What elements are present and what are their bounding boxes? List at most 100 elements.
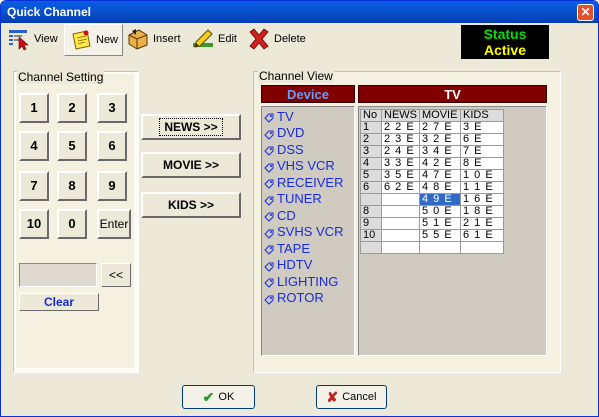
- device-tag-icon: [264, 111, 274, 123]
- cancel-x-icon: ✘: [326, 388, 339, 405]
- insert-icon: [126, 27, 150, 51]
- row-number: 5: [360, 169, 382, 182]
- new-label: New: [96, 34, 119, 46]
- channel-cell[interactable]: 4 2 E: [419, 157, 461, 170]
- device-item[interactable]: LIGHTING: [264, 273, 338, 289]
- device-header: Device: [261, 85, 355, 103]
- channel-cell[interactable]: [381, 205, 420, 218]
- view-button[interactable]: View: [7, 24, 58, 54]
- device-item[interactable]: DSS: [264, 141, 304, 157]
- new-button[interactable]: New: [64, 24, 124, 56]
- status-line: Status: [483, 26, 527, 42]
- keypad-key-8[interactable]: 8: [57, 171, 87, 201]
- cancel-label: Cancel: [342, 391, 377, 403]
- window-title: Quick Channel: [7, 5, 92, 19]
- device-item[interactable]: ROTOR: [264, 290, 324, 306]
- channel-cell[interactable]: 2 7 E: [419, 121, 461, 134]
- row-number: 3: [360, 145, 382, 158]
- channel-cell[interactable]: 1 8 E: [460, 205, 504, 218]
- channel-cell[interactable]: [419, 241, 461, 254]
- channel-cell[interactable]: [381, 229, 420, 242]
- channel-cell[interactable]: [381, 193, 420, 206]
- device-label: CD: [277, 207, 296, 223]
- keypad-key-7[interactable]: 7: [19, 171, 49, 201]
- channel-cell[interactable]: 3 5 E: [381, 169, 420, 182]
- channel-cell[interactable]: 3 4 E: [419, 145, 461, 158]
- device-label: SVHS VCR: [277, 224, 344, 239]
- device-item[interactable]: HDTV: [264, 257, 312, 273]
- channel-cell[interactable]: 1 6 E: [460, 193, 504, 206]
- device-item[interactable]: CD: [264, 207, 296, 223]
- row-number: 10: [360, 229, 382, 242]
- device-label: LIGHTING: [277, 273, 339, 289]
- channel-cell[interactable]: 1 0 E: [460, 169, 504, 182]
- delete-label: Delete: [274, 33, 306, 45]
- table-row: 9 5 1 E2 1 E: [360, 217, 504, 230]
- keypad-key-2[interactable]: 2: [57, 93, 87, 123]
- delete-button[interactable]: Delete: [247, 24, 306, 54]
- channel-cell[interactable]: 5 0 E: [419, 205, 461, 218]
- cancel-button[interactable]: ✘ Cancel: [316, 385, 387, 409]
- channel-cell[interactable]: 3 E: [460, 121, 504, 134]
- checkmark-icon: ✔: [202, 388, 215, 405]
- channel-cell[interactable]: [460, 241, 504, 254]
- backspace-button[interactable]: <<: [101, 263, 131, 287]
- channel-cell[interactable]: 8 E: [460, 157, 504, 170]
- table-row: 12 2 E2 7 E3 E: [360, 121, 504, 134]
- insert-label: Insert: [153, 33, 181, 45]
- column-header: MOVIE: [419, 109, 461, 122]
- ok-button[interactable]: ✔ OK: [182, 385, 255, 409]
- channel-cell[interactable]: [381, 241, 420, 254]
- channel-cell[interactable]: 3 2 E: [419, 133, 461, 146]
- table-row: 32 4 E3 4 E7 E: [360, 145, 504, 158]
- news-button[interactable]: NEWS >>: [141, 114, 241, 140]
- keypad-key-5[interactable]: 5: [57, 131, 87, 161]
- kids-button[interactable]: KIDS >>: [141, 192, 241, 218]
- enter-key[interactable]: Enter: [97, 209, 131, 239]
- delete-x-icon: [247, 27, 271, 51]
- device-item[interactable]: RECEIVER: [264, 174, 343, 190]
- channel-cell[interactable]: 7 E: [460, 145, 504, 158]
- keypad-key-9[interactable]: 9: [97, 171, 127, 201]
- keypad-key-6[interactable]: 6: [97, 131, 127, 161]
- channel-cell[interactable]: [381, 217, 420, 230]
- channel-cell[interactable]: 2 1 E: [460, 217, 504, 230]
- device-tag-icon: [264, 210, 274, 222]
- channel-cell[interactable]: 6 2 E: [381, 181, 420, 194]
- channel-cell[interactable]: 6 1 E: [460, 229, 504, 242]
- channel-cell[interactable]: 2 2 E: [381, 121, 420, 134]
- status-indicator: Status Active: [461, 25, 549, 59]
- channel-cell[interactable]: 6 E: [460, 133, 504, 146]
- channel-cell[interactable]: 4 7 E: [419, 169, 461, 182]
- device-label: TUNER: [277, 191, 322, 206]
- channel-cell[interactable]: 5 5 E: [419, 229, 461, 242]
- channel-cell[interactable]: 2 4 E: [381, 145, 420, 158]
- column-header: KIDS: [460, 109, 504, 122]
- keypad-key-3[interactable]: 3: [97, 93, 127, 123]
- device-item[interactable]: TUNER: [264, 191, 322, 207]
- edit-button[interactable]: Edit: [191, 24, 237, 54]
- channel-cell[interactable]: 3 3 E: [381, 157, 420, 170]
- channel-cell[interactable]: 1 1 E: [460, 181, 504, 194]
- close-button[interactable]: ✕: [577, 4, 594, 21]
- channel-view-label: Channel View: [258, 69, 334, 83]
- device-item[interactable]: DVD: [264, 125, 304, 141]
- channel-cell[interactable]: 5 1 E: [419, 217, 461, 230]
- movie-button[interactable]: MOVIE >>: [141, 152, 241, 178]
- insert-button[interactable]: Insert: [126, 24, 181, 54]
- channel-cell[interactable]: 4 9 E: [419, 193, 461, 206]
- channel-cell[interactable]: 4 8 E: [419, 181, 461, 194]
- channel-cell[interactable]: 2 3 E: [381, 133, 420, 146]
- keypad-key-0[interactable]: 0: [57, 209, 87, 239]
- device-item[interactable]: TV: [264, 108, 294, 124]
- keypad-key-1[interactable]: 1: [19, 93, 49, 123]
- device-item[interactable]: VHS VCR: [264, 158, 335, 174]
- clear-button[interactable]: Clear: [19, 293, 99, 311]
- device-tag-icon: [264, 144, 274, 156]
- keypad-key-10[interactable]: 10: [19, 209, 49, 239]
- keypad-key-4[interactable]: 4: [19, 131, 49, 161]
- device-item[interactable]: SVHS VCR: [264, 224, 343, 240]
- device-item[interactable]: TAPE: [264, 240, 310, 256]
- new-note-icon: [69, 28, 93, 52]
- news-button-label: NEWS >>: [159, 118, 223, 136]
